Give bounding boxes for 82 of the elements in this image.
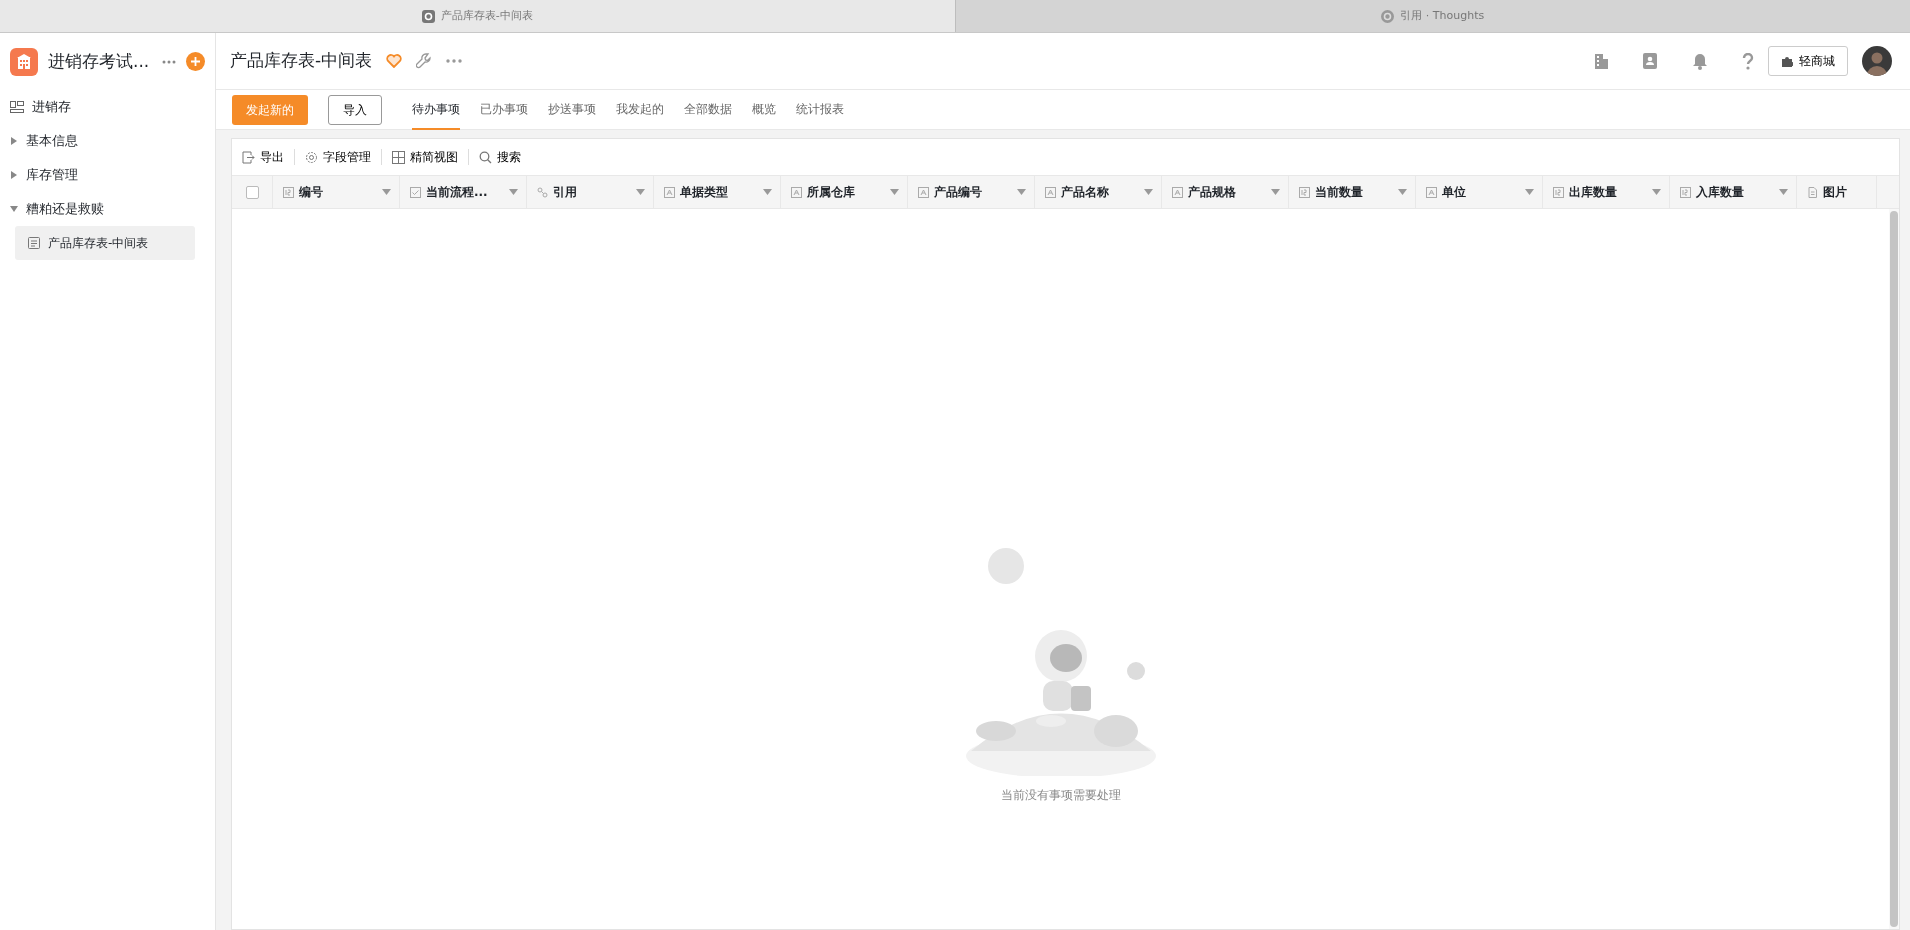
caret-down-icon[interactable] [890,189,899,195]
column-header[interactable]: 单位 [1416,176,1543,208]
caret-down-icon[interactable] [1017,189,1026,195]
caret-down-icon[interactable] [1271,189,1280,195]
text-field-icon [1045,186,1056,198]
caret-down-icon[interactable] [1779,189,1788,195]
settings-icon [305,150,318,164]
dashboard-icon [10,101,24,113]
toolbar-button[interactable]: 导出 [240,148,286,166]
tab[interactable]: 概览 [752,89,776,130]
number-field-icon [1553,186,1564,198]
empty-message: 当前没有事项需要处理 [1000,787,1121,804]
tab[interactable]: 全部数据 [684,89,732,130]
user-avatar[interactable] [1862,46,1892,76]
caret-down-icon[interactable] [1144,189,1153,195]
sidebar-item[interactable]: 基本信息 [0,124,215,158]
link-field-icon [537,186,548,198]
column-header[interactable]: 入库数量 [1670,176,1797,208]
number-field-icon [283,186,294,198]
tab[interactable]: 我发起的 [616,89,664,130]
column-header[interactable]: 所属仓库 [781,176,908,208]
text-field-icon [1172,186,1183,198]
tab[interactable]: 统计报表 [796,89,844,130]
puzzle-icon [1781,55,1793,67]
toolbar-button[interactable]: 搜索 [477,148,523,166]
caret-down-icon[interactable] [1398,189,1407,195]
column-header[interactable]: 图片 [1797,176,1877,208]
caret-down-icon[interactable] [1525,189,1534,195]
caret-down-icon[interactable] [636,189,645,195]
caret-down-icon[interactable] [509,189,518,195]
column-header[interactable]: 出库数量 [1543,176,1670,208]
export-icon [242,150,255,164]
store-button[interactable]: 轻商城 [1768,46,1848,76]
column-header[interactable]: 当前流程... [400,176,527,208]
caret-down-icon[interactable] [763,189,772,195]
number-field-icon [1299,186,1310,198]
page-title: 产品库存表-中间表 [230,49,373,73]
select-all-checkbox[interactable] [245,185,259,199]
form-icon [28,237,40,249]
column-header[interactable]: 产品名称 [1035,176,1162,208]
scrollbar-thumb[interactable] [1890,211,1898,927]
search-icon [479,150,492,164]
grid-icon [392,150,405,164]
plus-icon [191,57,200,66]
text-field-icon [664,186,675,198]
bell-icon[interactable] [1691,52,1708,70]
heart-icon[interactable] [386,54,403,68]
toolbar-button[interactable]: 字段管理 [303,148,373,166]
more-icon[interactable] [162,59,176,64]
more-icon[interactable] [446,59,463,63]
number-field-icon [1680,186,1691,198]
checkbox-field-icon [410,186,421,198]
caret-down-icon[interactable] [1652,189,1661,195]
toolbar-button[interactable]: 精简视图 [390,148,460,166]
app-icon [421,9,435,23]
sidebar-item[interactable]: 糟粕还是救赎 [0,192,215,226]
tab[interactable]: 抄送事项 [548,89,596,130]
building-icon[interactable] [1592,53,1609,69]
site-icon [1381,9,1395,23]
text-field-icon [1426,186,1437,198]
column-header[interactable]: 产品规格 [1162,176,1289,208]
app-name: 进销存考试... [48,49,151,73]
text-field-icon [791,186,802,198]
text-field-icon [918,186,929,198]
caret-down-icon[interactable] [382,189,391,195]
column-header[interactable]: 当前数量 [1289,176,1416,208]
sidebar-item[interactable]: 库存管理 [0,158,215,192]
sidebar-item[interactable]: 进销存 [0,90,215,124]
import-button[interactable]: 导入 [328,94,382,125]
file-field-icon [1807,186,1818,198]
column-header[interactable]: 编号 [273,176,400,208]
add-button[interactable] [186,52,205,71]
column-header[interactable]: 引用 [527,176,654,208]
building-icon [16,53,32,70]
help-icon[interactable] [1742,52,1754,70]
sidebar-item[interactable]: 产品库存表-中间表 [15,226,195,260]
column-header[interactable]: 单据类型 [654,176,781,208]
tab[interactable]: 已办事项 [480,89,528,130]
column-header[interactable]: 产品编号 [908,176,1035,208]
browser-tab[interactable]: 产品库存表-中间表 [0,0,955,32]
wrench-icon[interactable] [416,53,433,69]
contacts-icon[interactable] [1643,53,1657,69]
